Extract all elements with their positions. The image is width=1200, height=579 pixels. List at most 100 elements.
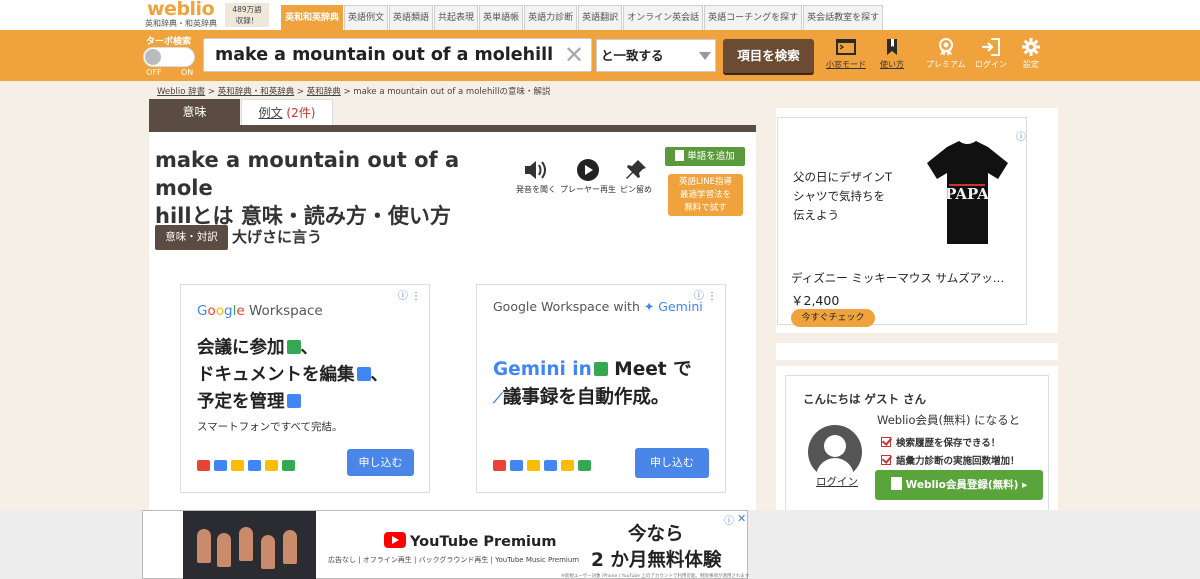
premium-button[interactable]: プレミアム: [926, 38, 965, 70]
meaning-text: 大げさに言う: [232, 228, 323, 246]
mini-window-mode-button[interactable]: 小窓モード: [826, 38, 866, 70]
nav-tab[interactable]: 英語類語: [389, 5, 434, 30]
meet-icon: [578, 460, 591, 471]
tab-meaning[interactable]: 意味: [149, 99, 240, 125]
weblio-logo[interactable]: weblio 英和辞典・和英辞典: [143, 0, 223, 29]
logo-text: weblio: [147, 0, 215, 20]
breadcrumb: Weblio 辞書 > 英和辞典・和英辞典 > 英和辞典 > make a mo…: [157, 87, 551, 97]
avatar[interactable]: [808, 425, 862, 479]
login-link[interactable]: ログイン: [816, 474, 858, 489]
ad-brand-workspace: Workspace: [248, 303, 323, 319]
ad-brand: Google Workspace with ✦ Gemini: [493, 299, 703, 314]
nav-tab[interactable]: 英単語帳: [479, 5, 524, 30]
service-tabs: 英和和英辞典 英語例文 英語類語 共起表現 英単語帳 英語力診断 英語翻訳 オンライン英会話英…: [281, 5, 884, 30]
match-mode-select[interactable]: と一致する: [596, 39, 716, 72]
speaker-icon: [525, 161, 546, 179]
ad-subtext: スマートフォンですべて完結。: [197, 421, 343, 433]
nav-tab[interactable]: 英和和英辞典: [281, 5, 344, 30]
ad-apply-button[interactable]: 申し込む: [635, 448, 709, 478]
logo-subtitle: 英和辞典・和英辞典: [145, 19, 217, 28]
magic-wand-icon: ⟋: [493, 391, 503, 407]
nav-tab[interactable]: 英語力診断: [524, 5, 578, 30]
breadcrumb-current: make a mountain out of a molehillの意味・解説: [353, 87, 551, 97]
slides-icon: [265, 460, 278, 471]
nav-tab[interactable]: 英語例文: [344, 5, 389, 30]
pin-button[interactable]: ピン留め: [620, 158, 652, 195]
close-icon[interactable]: ✕: [563, 39, 585, 71]
chevron-down-icon: [699, 52, 711, 60]
line-coaching-button[interactable]: 英語LINE指導 最適学習法を 無料で試す: [668, 174, 743, 216]
nav-tab[interactable]: 英語コーチングを探す: [704, 5, 803, 30]
word-count-badge: 489万語 収録！: [225, 3, 269, 27]
how-to-use-button[interactable]: 使い方: [880, 38, 904, 70]
sidebar-ad[interactable]: ⓘ PAPA 父の日にデザインT シャツで気持ちを 伝えよう ディズニー ミッキ…: [776, 108, 1058, 333]
product-price: ￥2,400: [791, 293, 840, 308]
ad-image: [183, 511, 316, 579]
page-title: make a mountain out of a mole hillとは 意味・…: [155, 148, 460, 228]
youtube-premium-ad[interactable]: YouTube Premium 広告なし | オフライン再生 | バックグラウン…: [142, 510, 750, 579]
app-icons: [197, 460, 295, 471]
player-play-button[interactable]: プレーヤー再生: [560, 158, 616, 195]
tshirt-graphic: PAPA: [927, 141, 1008, 244]
ad-headline-2: 2 か月無料体験: [591, 550, 722, 571]
ad-subtext: 広告なし | オフライン再生 | バックグラウンド再生 | YouTube Mu…: [328, 556, 580, 564]
calendar-icon: [510, 460, 523, 471]
meet-icon: [286, 340, 301, 354]
ad-headline: Gemini in Meet で ⟋議事録を自動作成。: [493, 359, 692, 408]
breadcrumb-item-dictionary[interactable]: 英和辞典・和英辞典: [218, 87, 295, 97]
ad-info-icon[interactable]: ⓘ: [1016, 128, 1026, 143]
add-word-button[interactable]: 単語を追加: [665, 147, 745, 166]
ad-apply-button[interactable]: 申し込む: [347, 449, 414, 476]
premium-medal-icon: [938, 38, 953, 56]
sidebar-divider: [776, 343, 1058, 360]
gemini-workspace-ad[interactable]: ⓘ ⋮ Google Workspace with ✦ Gemini Gemin…: [476, 284, 726, 493]
breadcrumb-item-weblio[interactable]: Weblio 辞書: [157, 87, 205, 97]
checkbox-icon: [881, 455, 891, 465]
top-header: weblio 英和辞典・和英辞典 489万語 収録！ 英和和英辞典 英語例文 英語類…: [0, 0, 1200, 30]
ad-info-icon[interactable]: ⓘ: [724, 512, 734, 527]
toggle-on-label: ON: [181, 68, 194, 77]
product-ad-card[interactable]: ⓘ PAPA 父の日にデザインT シャツで気持ちを 伝えよう ディズニー ミッキ…: [777, 117, 1027, 327]
member-panel: こんにちは ゲスト さん Weblio会員(無料) になると ログイン 検索履歴…: [776, 366, 1058, 511]
meet-icon: [593, 362, 608, 376]
search-input[interactable]: make a mountain out of a molehill: [203, 38, 592, 72]
nav-tab[interactable]: オンライン英会話: [623, 5, 704, 30]
calendar-icon: [286, 394, 301, 408]
nav-tab[interactable]: 共起表現: [434, 5, 479, 30]
slides-icon: [561, 460, 574, 471]
ad-copy: 父の日にデザインT シャツで気持ちを 伝えよう: [793, 170, 893, 222]
register-button[interactable]: Weblio会員登録(無料) ▸: [875, 470, 1043, 500]
app-icons: [493, 460, 591, 471]
listen-pronunciation-button[interactable]: 発音を聞く: [516, 158, 556, 195]
nav-tab[interactable]: 英会話教室を探す: [803, 5, 884, 30]
nav-tab[interactable]: 英語翻訳: [578, 5, 623, 30]
google-workspace-ad[interactable]: ⓘ ⋮ Google Workspace 会議に参加、 ドキュメントを編集、 予…: [180, 284, 430, 493]
play-icon: [577, 159, 599, 181]
toggle-knob: [145, 49, 161, 65]
check-now-button[interactable]: 今すぐチェック: [791, 309, 875, 327]
drive-icon: [231, 460, 244, 471]
content-tabs: 意味 例文 (2件): [149, 99, 756, 132]
product-name[interactable]: ディズニー ミッキーマウス サムズアッ…: [791, 270, 1004, 286]
breadcrumb-item-ej[interactable]: 英和辞典: [307, 87, 341, 97]
close-icon[interactable]: ✕: [737, 512, 746, 525]
tab-examples[interactable]: 例文 (2件): [241, 99, 333, 125]
tshirt-image: PAPA: [919, 137, 1016, 250]
docs-icon: [544, 460, 557, 471]
login-icon: [982, 38, 1000, 56]
youtube-logo: YouTube Premium: [384, 532, 556, 550]
ad-fineprint: ※新規ユーザー対象 iPhone / YouTube 上のアカウントで利用可能。…: [561, 574, 750, 579]
bottom-ad-bar: YouTube Premium 広告なし | オフライン再生 | バックグラウン…: [0, 510, 1200, 579]
meaning-label: 意味・対訳: [155, 225, 228, 250]
wordbook-icon: [890, 477, 902, 490]
pin-icon: [626, 160, 646, 179]
settings-button[interactable]: 設定: [1022, 38, 1040, 70]
login-button[interactable]: ログイン: [975, 38, 1007, 70]
search-button[interactable]: 項目を検索: [723, 39, 814, 73]
turbo-search-toggle[interactable]: [143, 47, 195, 67]
calendar-icon: [214, 460, 227, 471]
svg-text:PAPA: PAPA: [945, 185, 989, 203]
drive-icon: [527, 460, 540, 471]
ad-info-icon[interactable]: ⓘ ⋮: [398, 287, 421, 302]
bookmark-icon: [887, 39, 897, 55]
